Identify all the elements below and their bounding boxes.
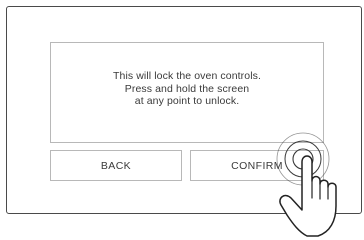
message-line-3: at any point to unlock. [134,95,240,107]
confirm-button-label: CONFIRM [231,159,283,172]
back-button[interactable]: BACK [50,150,182,181]
dialog-message: This will lock the oven controls. Press … [51,70,323,108]
back-button-label: BACK [100,159,132,172]
confirm-button[interactable]: CONFIRM [190,150,324,181]
message-line-1: This will lock the oven controls. [112,70,262,82]
message-line-2: Press and hold the screen [124,82,250,95]
lock-confirmation-dialog: This will lock the oven controls. Press … [50,42,324,143]
